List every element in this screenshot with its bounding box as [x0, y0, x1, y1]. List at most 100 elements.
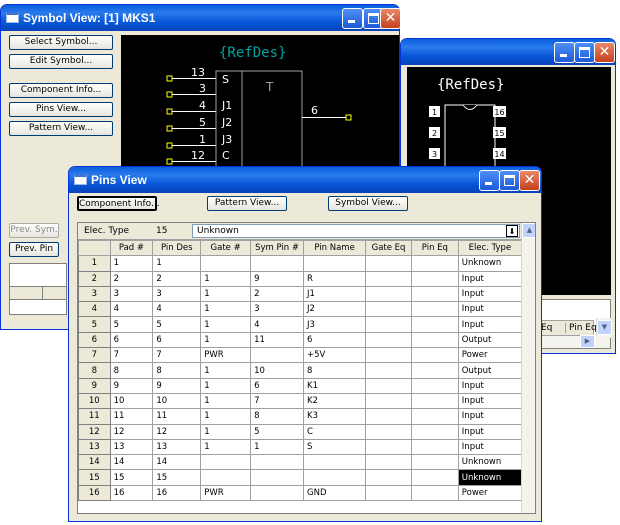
table-cell[interactable] [365, 408, 412, 425]
table-cell[interactable]: Input [457, 423, 523, 440]
row-header[interactable]: 8 [78, 362, 111, 379]
row-header[interactable]: 13 [78, 438, 111, 456]
row-header[interactable]: 14 [78, 454, 111, 471]
table-cell[interactable] [410, 316, 459, 333]
table-cell[interactable]: Unknown [457, 255, 523, 272]
column-header-gate[interactable]: Gate # [200, 239, 252, 257]
table-cell[interactable]: 14 [109, 454, 154, 471]
prev-pin-button[interactable]: Prev. Pin [9, 242, 59, 257]
table-row[interactable]: 9 9 9 1 6 K1 Input [78, 377, 523, 394]
table-cell[interactable] [365, 331, 412, 349]
table-cell[interactable] [365, 484, 412, 502]
table-cell[interactable]: 9 [250, 270, 305, 287]
table-cell[interactable]: 9 [152, 377, 202, 394]
table-cell[interactable]: 3 [152, 285, 202, 303]
table-cell[interactable]: Power [457, 484, 523, 502]
table-cell[interactable]: 16 [109, 484, 154, 502]
table-cell[interactable] [410, 362, 459, 379]
close-button[interactable]: ✕ [380, 8, 401, 29]
table-cell[interactable]: 8 [303, 362, 367, 379]
column-header-sym-pin[interactable]: Sym Pin # [250, 239, 305, 257]
pattern-view-titlebar[interactable]: ✕ [401, 39, 615, 65]
table-cell[interactable]: Input [457, 392, 523, 410]
scroll-up-arrow-icon[interactable]: ▲ [522, 223, 535, 238]
table-cell[interactable]: 1 [200, 423, 252, 440]
table-cell[interactable]: 3 [250, 301, 305, 318]
table-cell[interactable]: Input [457, 316, 523, 333]
table-cell[interactable]: +5V [303, 347, 367, 364]
table-row[interactable]: 15 15 15 Unknown [78, 469, 523, 486]
pins-view-titlebar[interactable]: Pins View ✕ [69, 167, 541, 193]
table-cell[interactable]: C [303, 423, 367, 440]
row-header[interactable]: 12 [78, 423, 111, 440]
table-cell[interactable] [365, 377, 412, 394]
table-cell[interactable]: 1 [200, 362, 252, 379]
table-row[interactable]: 4 4 4 1 3 J2 Input [78, 301, 523, 318]
table-cell[interactable] [365, 347, 412, 364]
table-row[interactable]: 10 10 10 1 7 K2 Input [78, 392, 523, 410]
pattern-view-button[interactable]: Pattern View... [9, 121, 113, 136]
table-cell[interactable] [410, 270, 459, 287]
column-header-pin-eq[interactable]: Pin Eq [410, 239, 459, 257]
table-cell[interactable]: 4 [152, 301, 202, 318]
table-cell[interactable]: 1 [200, 270, 252, 287]
table-cell[interactable]: 7 [152, 347, 202, 364]
table-cell[interactable]: K2 [303, 392, 367, 410]
row-header[interactable]: 4 [78, 301, 111, 318]
table-row[interactable]: 6 6 6 1 11 6 Output [78, 331, 523, 349]
table-cell[interactable]: 1 [200, 331, 252, 349]
table-cell[interactable]: 1 [250, 438, 305, 456]
dropdown-arrow-icon[interactable]: ⬇ [506, 225, 518, 237]
table-cell[interactable] [200, 454, 252, 471]
table-cell[interactable]: 11 [109, 408, 154, 425]
table-row[interactable]: 1 1 1 Unknown [78, 255, 523, 272]
table-cell[interactable]: Unknown [457, 469, 523, 486]
table-cell[interactable]: K1 [303, 377, 367, 394]
table-cell[interactable]: 1 [200, 408, 252, 425]
table-row[interactable]: 14 14 14 Unknown [78, 454, 523, 471]
component-info-button[interactable]: Component Info... [9, 83, 113, 98]
table-cell[interactable]: Output [457, 362, 523, 379]
symbol-view-titlebar[interactable]: Symbol View: [1] MKS1 ✕ [1, 5, 401, 31]
table-cell[interactable] [410, 484, 459, 502]
table-cell[interactable] [410, 423, 459, 440]
table-cell[interactable] [365, 423, 412, 440]
table-cell[interactable]: 2 [250, 285, 305, 303]
table-cell[interactable]: 3 [109, 285, 154, 303]
pins-table[interactable]: Pad # Pin Des Gate # Sym Pin # Pin Name … [78, 239, 523, 502]
table-cell[interactable] [365, 392, 412, 410]
table-cell[interactable]: Input [457, 301, 523, 318]
minimize-button[interactable] [342, 8, 363, 29]
row-header[interactable]: 6 [78, 331, 111, 349]
close-button[interactable]: ✕ [594, 42, 615, 63]
table-cell[interactable]: 13 [109, 438, 154, 456]
table-cell[interactable]: 2 [152, 270, 202, 287]
table-cell[interactable]: 5 [152, 316, 202, 333]
table-cell[interactable]: Output [457, 331, 523, 349]
pins-table-scrollbar[interactable]: ▲ [521, 223, 535, 513]
column-header-pin-des[interactable]: Pin Des [152, 239, 202, 257]
table-cell[interactable] [410, 331, 459, 349]
table-cell[interactable]: 10 [250, 362, 305, 379]
table-cell[interactable]: 1 [200, 301, 252, 318]
component-info-button[interactable]: Component Info... [77, 196, 160, 211]
table-cell[interactable] [410, 377, 459, 394]
table-cell[interactable]: 1 [109, 255, 154, 272]
table-cell[interactable] [365, 438, 412, 456]
pins-view-button[interactable]: Pins View... [9, 102, 113, 117]
table-cell[interactable]: 1 [200, 316, 252, 333]
table-row[interactable]: 11 11 11 1 8 K3 Input [78, 408, 523, 425]
table-cell[interactable]: 1 [200, 285, 252, 303]
table-cell[interactable] [250, 469, 305, 486]
table-cell[interactable] [365, 362, 412, 379]
table-row[interactable]: 3 3 3 1 2 J1 Input [78, 285, 523, 303]
table-cell[interactable]: 8 [250, 408, 305, 425]
table-cell[interactable] [410, 438, 459, 456]
table-cell[interactable] [200, 469, 252, 486]
table-cell[interactable]: 11 [152, 408, 202, 425]
table-cell[interactable] [365, 469, 412, 486]
column-header-gate-eq[interactable]: Gate Eq [365, 239, 412, 257]
table-cell[interactable] [410, 301, 459, 318]
table-cell[interactable] [410, 285, 459, 303]
pattern-grid-scrollbar[interactable]: ▼ [596, 318, 612, 338]
